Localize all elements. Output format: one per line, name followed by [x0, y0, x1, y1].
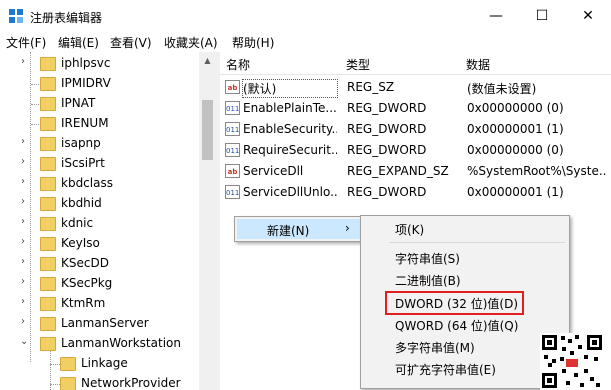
menu-help[interactable]: 帮助(H)	[232, 34, 274, 51]
folder-icon	[60, 377, 76, 390]
folder-icon	[40, 117, 56, 131]
folder-open-icon	[40, 337, 56, 351]
folder-icon	[40, 137, 56, 151]
value-row[interactable]: ab ServiceDll REG_EXPAND_SZ %SystemRoot%…	[220, 161, 611, 182]
folder-icon	[40, 57, 56, 71]
value-row[interactable]: ab (默认) REG_SZ (数值未设置)	[220, 77, 611, 98]
folder-icon	[40, 97, 56, 111]
binary-value-icon: 011	[225, 122, 240, 136]
submenu-item-expandable-string[interactable]: 可扩充字符串值(E)	[361, 358, 569, 379]
menu-bar: 文件(F) 编辑(E) 查看(V) 收藏夹(A) 帮助(H)	[0, 32, 611, 52]
column-header-type[interactable]: 类型	[340, 52, 461, 75]
folder-icon	[40, 217, 56, 231]
scroll-up-arrow-icon[interactable]: ▲	[199, 52, 216, 69]
maximize-button[interactable]: ☐	[519, 0, 565, 32]
value-row[interactable]: 011 EnableSecurity... REG_DWORD 0x000000…	[220, 119, 611, 140]
registry-tree[interactable]: › iphlpsvc IPMIDRV IPNAT IRENUM › isapnp…	[0, 52, 216, 390]
submenu-item-qword[interactable]: QWORD (64 位)值(Q)	[361, 314, 569, 335]
menu-edit[interactable]: 编辑(E)	[58, 34, 99, 51]
folder-icon	[40, 77, 56, 91]
value-row[interactable]: 011 EnablePlainTe... REG_DWORD 0x0000000…	[220, 98, 611, 119]
folder-icon	[40, 277, 56, 291]
tree-connector	[30, 52, 31, 362]
regedit-app-icon	[9, 9, 23, 23]
submenu-item-binary[interactable]: 二进制值(B)	[361, 269, 569, 290]
folder-icon	[40, 317, 56, 331]
window-title: 注册表编辑器	[30, 11, 103, 25]
string-value-icon: ab	[225, 80, 240, 94]
minimize-button[interactable]: —	[473, 0, 519, 32]
binary-value-icon: 011	[225, 143, 240, 157]
context-menu: 新建(N) ›	[234, 216, 364, 242]
menu-favorites[interactable]: 收藏夹(A)	[164, 34, 218, 51]
folder-icon	[40, 237, 56, 251]
folder-icon	[40, 257, 56, 271]
close-button[interactable]: ✕	[565, 0, 611, 32]
binary-value-icon: 011	[225, 185, 240, 199]
folder-icon	[40, 157, 56, 171]
binary-value-icon: 011	[225, 101, 240, 115]
string-value-icon: ab	[225, 164, 240, 178]
folder-icon	[40, 177, 56, 191]
column-header-name[interactable]: 名称	[220, 52, 341, 75]
folder-icon	[60, 357, 76, 371]
menu-file[interactable]: 文件(F)	[6, 34, 46, 51]
value-row[interactable]: 011 RequireSecurit... REG_DWORD 0x000000…	[220, 140, 611, 161]
folder-icon	[40, 197, 56, 211]
title-bar: 注册表编辑器 — ☐ ✕	[0, 0, 611, 32]
submenu-item-multi-string[interactable]: 多字符串值(M)	[361, 336, 569, 357]
tree-scrollbar[interactable]: ▲	[199, 52, 216, 390]
folder-icon	[40, 297, 56, 311]
scrollbar-thumb[interactable]	[202, 100, 213, 160]
submenu-item-key[interactable]: 项(K)	[361, 218, 569, 239]
menu-view[interactable]: 查看(V)	[110, 34, 152, 51]
value-row[interactable]: 011 ServiceDllUnlo... REG_DWORD 0x000000…	[220, 182, 611, 203]
submenu-arrow-icon: ›	[345, 221, 350, 235]
qr-code-image	[540, 333, 604, 390]
highlight-box	[385, 291, 524, 315]
menu-item-new-label: 新建(N)	[267, 224, 310, 238]
menu-separator	[389, 242, 565, 243]
submenu-item-string[interactable]: 字符串值(S)	[361, 247, 569, 268]
column-header-data[interactable]: 数据	[460, 52, 611, 75]
new-submenu: 项(K) 字符串值(S) 二进制值(B) DWORD (32 位)值(D) QW…	[360, 215, 570, 389]
